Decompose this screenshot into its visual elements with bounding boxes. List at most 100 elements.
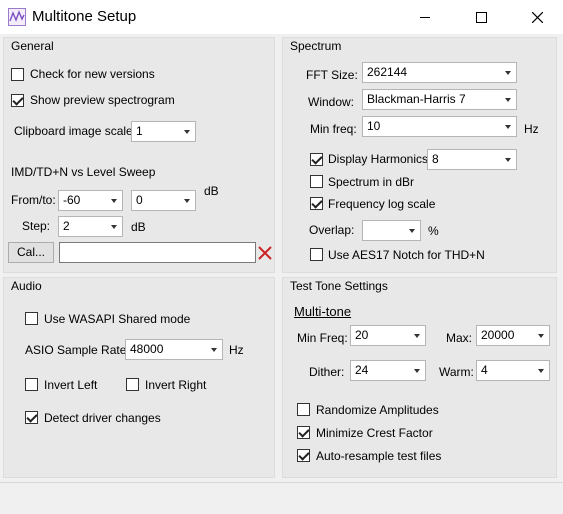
from-select[interactable]: -60: [58, 190, 123, 211]
window-value: Blackman-Harris 7: [367, 92, 466, 106]
tt-min-freq-select[interactable]: 20: [350, 325, 426, 346]
maximize-button[interactable]: [458, 0, 504, 34]
warm-select[interactable]: 4: [476, 360, 550, 381]
detect-driver-checkbox[interactable]: [25, 411, 38, 424]
freq-log-checkbox[interactable]: [310, 197, 323, 210]
aes17-label: Use AES17 Notch for THD+N: [328, 248, 485, 262]
invert-left-label: Invert Left: [44, 378, 98, 392]
dither-select[interactable]: 24: [350, 360, 426, 381]
overlap-select[interactable]: [362, 220, 421, 241]
min-freq-select[interactable]: 10: [362, 116, 517, 137]
tt-max-label: Max:: [446, 331, 473, 345]
spectrum-dbr-label: Spectrum in dBr: [328, 175, 415, 189]
asio-rate-label: ASIO Sample Rate:: [25, 343, 130, 357]
from-value: -60: [63, 193, 81, 207]
wasapi-checkbox[interactable]: [25, 312, 38, 325]
db-unit-1: dB: [204, 184, 219, 198]
tt-min-freq-label: Min Freq:: [297, 331, 348, 345]
test-tone-title: Test Tone Settings: [290, 279, 388, 293]
overlap-percent: %: [428, 224, 439, 238]
app-icon: [8, 8, 26, 26]
step-select[interactable]: 2: [58, 216, 123, 237]
maximize-icon: [475, 11, 487, 23]
check-versions-checkbox[interactable]: [11, 68, 24, 81]
fft-size-value: 262144: [367, 65, 408, 79]
close-icon: [531, 11, 543, 23]
asio-rate-value: 48000: [130, 342, 164, 356]
randomize-label: Randomize Amplitudes: [316, 403, 439, 417]
show-preview-label: Show preview spectrogram: [30, 93, 175, 107]
close-button[interactable]: [514, 0, 560, 34]
chevron-down-icon: [505, 71, 511, 75]
clear-button[interactable]: [258, 246, 272, 260]
warm-label: Warm:: [439, 365, 474, 379]
spectrum-dbr-checkbox[interactable]: [310, 175, 323, 188]
min-freq-value: 10: [367, 119, 381, 133]
chevron-down-icon: [111, 225, 117, 229]
tt-max-select[interactable]: 20000: [476, 325, 550, 346]
chevron-down-icon: [414, 334, 420, 338]
fft-size-select[interactable]: 262144: [362, 62, 517, 83]
cal-file-field[interactable]: [59, 242, 256, 263]
minimize-icon: [420, 16, 430, 18]
minimize-button[interactable]: [402, 0, 448, 34]
clear-x-icon: [258, 246, 272, 260]
show-preview-checkbox[interactable]: [11, 94, 24, 107]
db-unit-2: dB: [131, 220, 146, 234]
audio-title: Audio: [11, 279, 42, 293]
asio-rate-select[interactable]: 48000: [125, 339, 223, 360]
clipboard-scale-select[interactable]: 1: [131, 121, 196, 142]
step-value: 2: [63, 219, 70, 233]
fft-size-label: FFT Size:: [306, 68, 358, 82]
chevron-down-icon: [538, 369, 544, 373]
invert-left-checkbox[interactable]: [25, 378, 38, 391]
multitone-mode-link[interactable]: Multi-tone: [294, 304, 351, 319]
chevron-down-icon: [505, 125, 511, 129]
from-to-label: From/to:: [11, 193, 56, 207]
invert-right-label: Invert Right: [145, 378, 207, 392]
bottom-strip: [0, 482, 563, 514]
auto-resample-checkbox[interactable]: [297, 449, 310, 462]
cal-button[interactable]: Cal...: [8, 242, 54, 263]
display-harmonics-checkbox[interactable]: [310, 153, 323, 166]
to-select[interactable]: 0: [131, 190, 196, 211]
chevron-down-icon: [111, 199, 117, 203]
chevron-down-icon: [414, 369, 420, 373]
auto-resample-label: Auto-resample test files: [316, 449, 442, 463]
harmonics-value: 8: [432, 152, 439, 166]
minimize-crest-checkbox[interactable]: [297, 426, 310, 439]
chevron-down-icon: [184, 199, 190, 203]
window-title: Multitone Setup: [32, 8, 137, 25]
chevron-down-icon: [538, 334, 544, 338]
asio-rate-hz: Hz: [229, 343, 244, 357]
spectrum-title: Spectrum: [290, 39, 342, 53]
invert-right-checkbox[interactable]: [126, 378, 139, 391]
randomize-checkbox[interactable]: [297, 403, 310, 416]
general-title: General: [11, 39, 54, 53]
check-versions-label: Check for new versions: [30, 67, 155, 81]
warm-value: 4: [481, 363, 488, 377]
title-bar: Multitone Setup: [0, 0, 563, 34]
freq-log-label: Frequency log scale: [328, 197, 436, 211]
harmonics-select[interactable]: 8: [427, 149, 517, 170]
dither-value: 24: [355, 363, 369, 377]
window-label: Window:: [308, 95, 355, 109]
step-label: Step:: [22, 219, 51, 233]
window-select[interactable]: Blackman-Harris 7: [362, 89, 517, 110]
chevron-down-icon: [211, 348, 217, 352]
display-harmonics-label: Display Harmonics: [328, 152, 429, 166]
overlap-label: Overlap:: [309, 223, 355, 237]
chevron-down-icon: [409, 229, 415, 233]
dither-label: Dither:: [309, 365, 345, 379]
chevron-down-icon: [184, 130, 190, 134]
wasapi-label: Use WASAPI Shared mode: [44, 312, 191, 326]
sweep-title: IMD/TD+N vs Level Sweep: [11, 165, 156, 179]
aes17-checkbox[interactable]: [310, 248, 323, 261]
tt-max-value: 20000: [481, 328, 515, 342]
detect-driver-label: Detect driver changes: [44, 411, 161, 425]
chevron-down-icon: [505, 158, 511, 162]
clipboard-scale-value: 1: [136, 124, 143, 138]
clipboard-scale-label: Clipboard image scale:: [14, 124, 137, 138]
min-freq-label: Min freq:: [310, 122, 357, 136]
chevron-down-icon: [505, 98, 511, 102]
